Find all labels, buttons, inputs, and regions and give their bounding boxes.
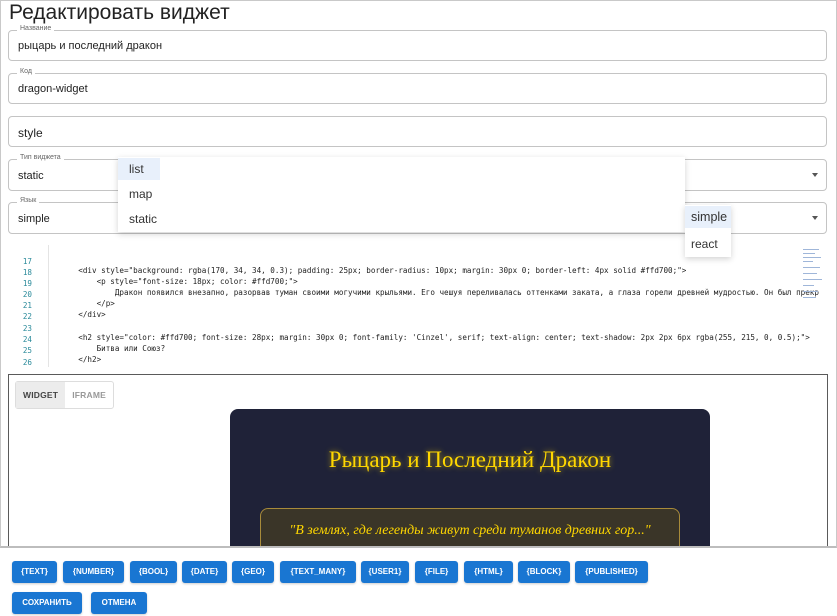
chip-published[interactable]: {PUBLISHED}: [575, 561, 648, 583]
language-label: Язык: [17, 197, 40, 204]
cancel-button[interactable]: ОТМЕНА: [91, 592, 147, 614]
widget-type-dropdown-icon[interactable]: [812, 173, 818, 177]
menu-item-static[interactable]: static: [118, 208, 685, 230]
widget-type-label: Тип виджета: [17, 154, 64, 161]
language-dropdown-icon[interactable]: [812, 216, 818, 220]
tab-widget[interactable]: WIDGET: [16, 382, 66, 408]
save-button[interactable]: СОХРАНИТЬ: [12, 592, 82, 614]
code-field[interactable]: Код dragon-widget: [8, 68, 827, 104]
code-line: 25 </h2>: [8, 337, 808, 364]
code-minimap[interactable]: [803, 245, 823, 305]
name-field-value: рыцарь и последний дракон: [18, 40, 163, 52]
menu-item-list[interactable]: list: [118, 158, 160, 180]
code-line: 19 Дракон появился внезапно, разорвав ту…: [8, 270, 819, 297]
chip-html[interactable]: {HTML}: [464, 561, 513, 583]
edit-widget-dialog: Редактировать виджет Название рыцарь и п…: [0, 0, 837, 548]
preview-tabs: WIDGET IFRAME: [15, 381, 114, 409]
line-number: 26: [22, 358, 32, 367]
page: Редактировать виджет Название рыцарь и п…: [0, 0, 837, 616]
code-line: 22: [8, 303, 808, 321]
code-line: 21 </div>: [8, 292, 808, 319]
code-line: 20 </p>: [8, 281, 808, 308]
language-value: simple: [18, 213, 50, 225]
style-field-value: style: [18, 126, 43, 140]
widget-quote: "В землях, где легенды живут среди туман…: [289, 523, 651, 538]
widget-type-value: static: [18, 170, 44, 182]
chip-date[interactable]: {DATE}: [182, 561, 227, 583]
widget-preview: WIDGET IFRAME Рыцарь и Последний Дракон …: [8, 374, 828, 546]
widget-type-menu: list map static: [118, 157, 685, 232]
code-line: 23 <h2 style="color: #ffd700; font-size:…: [8, 315, 810, 342]
style-field[interactable]: style: [8, 116, 827, 147]
widget-card: Рыцарь и Последний Дракон "В землях, где…: [230, 409, 710, 546]
menu-item-react[interactable]: react: [685, 233, 731, 255]
code-field-value: dragon-widget: [18, 83, 88, 95]
chip-text[interactable]: {TEXT}: [12, 561, 57, 583]
code-editor[interactable]: 17 <div style="background: rgba(170, 34,…: [8, 245, 827, 367]
widget-title: Рыцарь и Последний Дракон: [328, 447, 612, 472]
menu-item-map[interactable]: map: [118, 183, 685, 205]
tab-iframe[interactable]: IFRAME: [65, 382, 113, 408]
dialog-title: Редактировать виджет: [9, 1, 230, 24]
chip-geo[interactable]: {GEO}: [232, 561, 274, 583]
code-line: 26: [8, 349, 808, 367]
code-line: 18 <p style="font-size: 18px; color: #ff…: [8, 259, 808, 286]
code-field-label: Код: [17, 68, 35, 75]
chip-text-many[interactable]: {TEXT_MANY}: [280, 561, 356, 583]
chip-number[interactable]: {NUMBER}: [63, 561, 124, 583]
chip-file[interactable]: {FILE}: [415, 561, 458, 583]
chip-block[interactable]: {BLOCK}: [518, 561, 570, 583]
menu-item-simple[interactable]: simple: [685, 206, 731, 228]
name-field[interactable]: Название рыцарь и последний дракон: [8, 25, 827, 61]
code-line: 24 Битва или Союз?: [8, 326, 808, 353]
chip-user1[interactable]: {USER1}: [361, 561, 409, 583]
chip-bool[interactable]: {BOOL}: [130, 561, 177, 583]
widget-quote-box: "В землях, где легенды живут среди туман…: [260, 508, 680, 546]
language-menu: simple react: [685, 205, 731, 257]
name-field-label: Название: [17, 25, 55, 32]
